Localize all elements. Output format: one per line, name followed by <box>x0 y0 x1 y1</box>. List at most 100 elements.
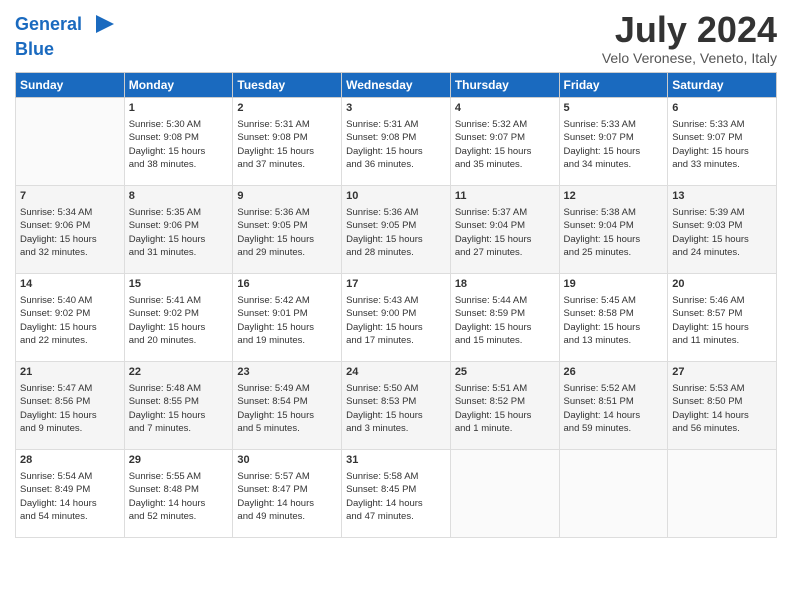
day-info-line: and 24 minutes. <box>672 246 772 259</box>
day-info-line: and 22 minutes. <box>20 334 120 347</box>
day-number: 12 <box>564 189 664 204</box>
day-info-line: Sunrise: 5:38 AM <box>564 206 664 219</box>
day-info-line: Daylight: 14 hours <box>672 409 772 422</box>
day-info-line: Daylight: 15 hours <box>346 321 446 334</box>
day-info-line: Sunrise: 5:30 AM <box>129 118 229 131</box>
logo-icon <box>86 10 116 40</box>
calendar-cell: 22Sunrise: 5:48 AMSunset: 8:55 PMDayligh… <box>124 361 233 449</box>
day-info-line: Daylight: 15 hours <box>346 233 446 246</box>
day-info-line: Sunset: 8:58 PM <box>564 307 664 320</box>
day-info-line: Daylight: 15 hours <box>564 233 664 246</box>
day-info-line: Daylight: 15 hours <box>20 321 120 334</box>
day-info-line: Daylight: 15 hours <box>237 145 337 158</box>
day-info-line: Sunset: 9:07 PM <box>672 131 772 144</box>
day-info-line: Daylight: 15 hours <box>455 409 555 422</box>
day-number: 24 <box>346 365 446 380</box>
day-info-line: and 17 minutes. <box>346 334 446 347</box>
day-number: 28 <box>20 453 120 468</box>
calendar-cell <box>668 449 777 537</box>
weekday-header-row: SundayMondayTuesdayWednesdayThursdayFrid… <box>16 72 777 97</box>
day-info-line: Daylight: 15 hours <box>455 321 555 334</box>
day-info-line: Daylight: 15 hours <box>672 321 772 334</box>
day-info-line: Sunset: 8:45 PM <box>346 483 446 496</box>
day-number: 26 <box>564 365 664 380</box>
day-info-line: Daylight: 15 hours <box>129 321 229 334</box>
day-info-line: Daylight: 15 hours <box>20 409 120 422</box>
day-info-line: and 33 minutes. <box>672 158 772 171</box>
day-info-line: Sunrise: 5:53 AM <box>672 382 772 395</box>
calendar-cell: 4Sunrise: 5:32 AMSunset: 9:07 PMDaylight… <box>450 97 559 185</box>
day-number: 30 <box>237 453 337 468</box>
day-info-line: Sunrise: 5:40 AM <box>20 294 120 307</box>
day-info-line: Sunrise: 5:55 AM <box>129 470 229 483</box>
calendar-cell: 16Sunrise: 5:42 AMSunset: 9:01 PMDayligh… <box>233 273 342 361</box>
day-number: 27 <box>672 365 772 380</box>
day-number: 19 <box>564 277 664 292</box>
calendar-week-5: 28Sunrise: 5:54 AMSunset: 8:49 PMDayligh… <box>16 449 777 537</box>
day-info-line: Sunset: 9:08 PM <box>237 131 337 144</box>
calendar-cell: 8Sunrise: 5:35 AMSunset: 9:06 PMDaylight… <box>124 185 233 273</box>
day-number: 8 <box>129 189 229 204</box>
day-info-line: Sunrise: 5:47 AM <box>20 382 120 395</box>
day-number: 2 <box>237 101 337 116</box>
day-info-line: Sunset: 8:50 PM <box>672 395 772 408</box>
calendar-cell: 28Sunrise: 5:54 AMSunset: 8:49 PMDayligh… <box>16 449 125 537</box>
weekday-header-friday: Friday <box>559 72 668 97</box>
day-info-line: and 59 minutes. <box>564 422 664 435</box>
day-info-line: Sunset: 9:02 PM <box>20 307 120 320</box>
day-info-line: and 38 minutes. <box>129 158 229 171</box>
weekday-header-saturday: Saturday <box>668 72 777 97</box>
calendar-cell: 2Sunrise: 5:31 AMSunset: 9:08 PMDaylight… <box>233 97 342 185</box>
calendar-cell: 25Sunrise: 5:51 AMSunset: 8:52 PMDayligh… <box>450 361 559 449</box>
day-number: 17 <box>346 277 446 292</box>
day-number: 7 <box>20 189 120 204</box>
day-info-line: Daylight: 14 hours <box>346 497 446 510</box>
day-info-line: Sunset: 9:04 PM <box>564 219 664 232</box>
day-number: 10 <box>346 189 446 204</box>
calendar-cell: 31Sunrise: 5:58 AMSunset: 8:45 PMDayligh… <box>342 449 451 537</box>
calendar-cell: 24Sunrise: 5:50 AMSunset: 8:53 PMDayligh… <box>342 361 451 449</box>
day-info-line: and 37 minutes. <box>237 158 337 171</box>
day-info-line: Sunrise: 5:49 AM <box>237 382 337 395</box>
day-info-line: and 32 minutes. <box>20 246 120 259</box>
day-number: 15 <box>129 277 229 292</box>
day-info-line: and 29 minutes. <box>237 246 337 259</box>
day-info-line: Sunrise: 5:33 AM <box>564 118 664 131</box>
logo: General Blue <box>15 10 116 60</box>
header: General Blue July 2024 Velo Veronese, Ve… <box>15 10 777 66</box>
day-info-line: Sunrise: 5:45 AM <box>564 294 664 307</box>
day-info-line: Daylight: 15 hours <box>346 145 446 158</box>
calendar-cell: 12 Sunrise: 5:38 AMSunset: 9:04 PMDayligh… <box>559 185 668 273</box>
day-info-line: Sunrise: 5:37 AM <box>455 206 555 219</box>
day-info-line: Daylight: 15 hours <box>346 409 446 422</box>
day-info-line: Daylight: 15 hours <box>237 409 337 422</box>
calendar-cell: 27 Sunrise: 5:53 AMSunset: 8:50 PMDayligh… <box>668 361 777 449</box>
day-info-line: Daylight: 15 hours <box>129 233 229 246</box>
day-info-line: Sunrise: 5:48 AM <box>129 382 229 395</box>
calendar-cell: 7Sunrise: 5:34 AMSunset: 9:06 PMDaylight… <box>16 185 125 273</box>
calendar-week-4: 21Sunrise: 5:47 AMSunset: 8:56 PMDayligh… <box>16 361 777 449</box>
day-info-line: and 34 minutes. <box>564 158 664 171</box>
day-info-line: and 52 minutes. <box>129 510 229 523</box>
day-info-line: Sunrise: 5:46 AM <box>672 294 772 307</box>
title-area: July 2024 Velo Veronese, Veneto, Italy <box>602 10 777 66</box>
page-container: General Blue July 2024 Velo Veronese, Ve… <box>0 0 792 548</box>
calendar-cell: 6Sunrise: 5:33 AMSunset: 9:07 PMDaylight… <box>668 97 777 185</box>
day-info-line: Sunset: 8:54 PM <box>237 395 337 408</box>
day-info-line: and 19 minutes. <box>237 334 337 347</box>
calendar-cell: 26Sunrise: 5:52 AMSunset: 8:51 PMDayligh… <box>559 361 668 449</box>
day-info-line: Sunrise: 5:41 AM <box>129 294 229 307</box>
day-info-line: Sunset: 8:48 PM <box>129 483 229 496</box>
day-info-line: and 49 minutes. <box>237 510 337 523</box>
day-info-line: and 5 minutes. <box>237 422 337 435</box>
day-number: 1 <box>129 101 229 116</box>
day-info-line: Daylight: 15 hours <box>20 233 120 246</box>
day-info-line: Daylight: 15 hours <box>564 321 664 334</box>
day-info-line: Sunrise: 5:51 AM <box>455 382 555 395</box>
day-info-line: Sunset: 9:00 PM <box>346 307 446 320</box>
weekday-header-monday: Monday <box>124 72 233 97</box>
calendar-cell: 29Sunrise: 5:55 AMSunset: 8:48 PMDayligh… <box>124 449 233 537</box>
day-info-line: Sunset: 8:53 PM <box>346 395 446 408</box>
day-info-line: Sunset: 9:05 PM <box>346 219 446 232</box>
day-info-line: and 15 minutes. <box>455 334 555 347</box>
